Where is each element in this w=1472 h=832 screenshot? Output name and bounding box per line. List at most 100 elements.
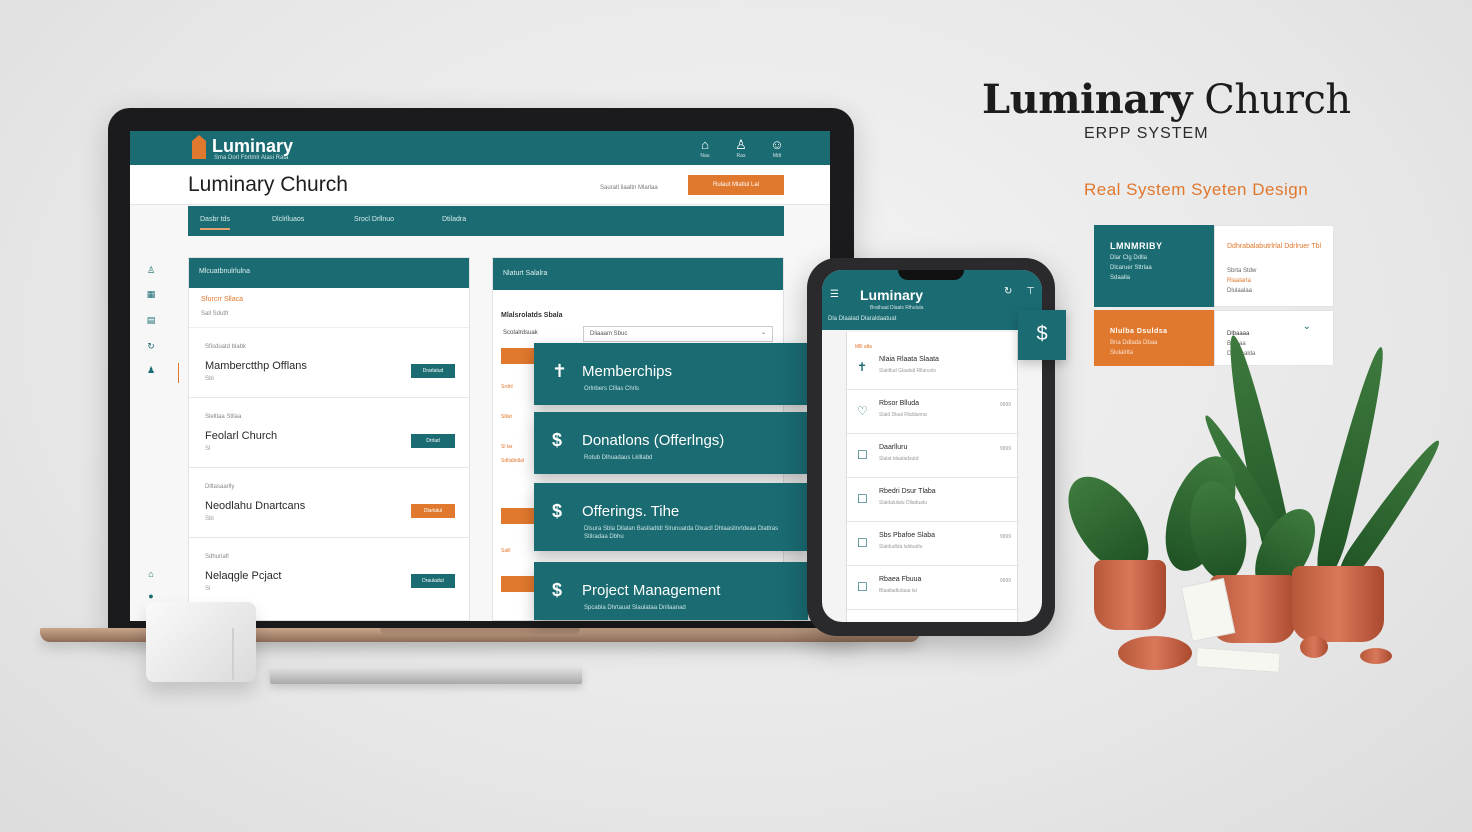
nav-item-3[interactable]: Srocl Drllnuo — [354, 216, 394, 223]
form-tiny-label: Srdnl — [501, 384, 513, 390]
desk-pen — [270, 666, 582, 684]
home-icon[interactable]: ⌂ Nau — [694, 137, 716, 161]
cross-icon: ✝ — [552, 361, 568, 381]
chart-icon: ☐ — [857, 580, 868, 594]
row-action-button[interactable]: Drarlatud — [411, 364, 455, 378]
swatch-orange: Nlulba Dsuldsa Bna Ddlada Dbaa Slulalrlt… — [1094, 310, 1214, 366]
page-title: Luminary Church — [188, 173, 348, 196]
module-title: Project Management — [582, 582, 721, 599]
phone-notch — [898, 270, 964, 280]
form-tiny-label: Sdtlalbdlal — [501, 458, 525, 464]
chevron-down-icon: ⌄ — [1302, 321, 1311, 332]
header-hint: Sauratl liaaltn Mlarlaa — [600, 185, 658, 191]
document-icon: ☐ — [857, 448, 868, 462]
panel-subheader: Sfurcrr Sllaca Sall Sdutfr — [189, 288, 469, 328]
panel-header: Mlcuatbnulrlulna — [189, 258, 469, 288]
brand-tagline: Real System Syeten Design — [1084, 180, 1309, 199]
form-tiny-label: Slllat — [501, 414, 512, 420]
form-select[interactable]: Dliaaam Sbuc ⌄ — [583, 326, 773, 342]
user-icon[interactable]: ♟ — [144, 365, 158, 379]
swatch-teal: LMNMRIBY Dlar Clg Ddlla Dlcaruer Sttrlaa… — [1094, 225, 1214, 307]
dollar-icon: $ — [552, 501, 563, 521]
nav-item-dashboard[interactable]: Dasbr tds — [200, 216, 230, 230]
heart-icon: ♡ — [857, 404, 868, 418]
list-item[interactable]: Sfisduatd blabk Mamberctthp Offlans Sbl … — [189, 328, 469, 398]
clay-dish — [1360, 648, 1392, 664]
module-title: Memberchips — [582, 363, 673, 380]
home-icon[interactable]: ⌂ — [144, 569, 158, 583]
list-item[interactable]: ✝ Nlaia Rlaata Slaata Slaldlud Glaalalt R… — [847, 346, 1019, 390]
nav-item-2[interactable]: Dlclrlluaos — [272, 216, 304, 223]
phone-app-title: Luminary — [860, 287, 924, 303]
module-desc: Dlsura Sbla Dllalan Baslladtdl Slrunuatd… — [584, 526, 779, 540]
module-card-memberships[interactable]: ✝ Memberchips Orlnbers Clllas Chrls — [534, 343, 808, 405]
form-tag[interactable] — [501, 508, 535, 524]
list-item[interactable]: Sdhuriafl Nelaqgle Pcjact Sl Drauladut — [189, 538, 469, 608]
person-icon: ✝ — [857, 360, 868, 374]
dollar-icon: $ — [552, 430, 563, 450]
clay-dish — [1300, 636, 1328, 658]
folder-icon: ☐ — [857, 536, 868, 550]
header-action-button[interactable]: Rulaut Mlatlul Lal — [688, 175, 784, 195]
page-header: Luminary Church Sauratl liaaltn Mlarlaa … — [130, 165, 830, 205]
app-name: Luminary — [212, 136, 294, 156]
sidebar-active-marker — [178, 363, 179, 383]
module-card-offerings[interactable]: $ Offerings. Tihe Dlsura Sbla Dllalan Ba… — [534, 483, 808, 551]
list-item[interactable]: Dlltasaarlly Neodlahu Dnartcans Sbl Dlar… — [189, 468, 469, 538]
form-tag[interactable] — [501, 576, 535, 592]
clay-dish — [1118, 636, 1192, 670]
row-action-button[interactable]: Drauladut — [411, 574, 455, 588]
row-action-button[interactable]: Drrlad — [411, 434, 455, 448]
app-topbar: Luminary Sma Dorl Fbrtmlr Alasi Rata ⌂ Na… — [130, 131, 830, 165]
form-column-label: Scotalrdsuak — [503, 330, 538, 336]
grid-icon[interactable]: ▦ — [144, 289, 158, 303]
paper-stack — [1195, 647, 1281, 673]
chevron-down-icon: ⌄ — [760, 330, 766, 336]
dollar-icon: $ — [552, 580, 563, 600]
swatch-white: Ddhrabalabutrlrlal Ddrlruer Tbl Sbrta St… — [1214, 225, 1334, 307]
form-tiny-label: Salll — [501, 548, 511, 554]
dollar-icon[interactable]: $ — [1018, 310, 1066, 360]
refresh-icon[interactable]: ↻ — [1004, 286, 1012, 297]
members-icon[interactable]: ♙ — [144, 265, 158, 279]
list-item[interactable]: ♡ Rbsor Blluda Slald Dlaal Rlaldanna 9999 — [847, 390, 1019, 434]
plant-pot — [1094, 560, 1166, 630]
user-icon[interactable]: ☺ Mdt — [766, 137, 788, 161]
menu-icon[interactable]: ☰ — [830, 289, 839, 300]
people-icon[interactable]: ♙ Ras — [730, 137, 752, 161]
phone-screen: ☰ Luminary Brathaal Dlaals Rlhulula ↻ ⊤ … — [822, 270, 1042, 622]
module-title: Offerings. Tihe — [582, 503, 680, 520]
nav-item-4[interactable]: Dtiladra — [442, 216, 466, 223]
list-item[interactable]: ☐ Rbedri Dsur Tlaba Slaldalulalu Dlladuat… — [847, 478, 1019, 522]
panel-header: Nlaturt Salalra — [493, 258, 783, 290]
main-nav: Dasbr tds Dlclrlluaos Srocl Drllnuo Dtil… — [188, 206, 784, 236]
phone-tagline: Brathaal Dlaals Rlhulula — [870, 305, 924, 311]
members-panel: Mlcuatbnulrlulna Sfurcrr Sllaca Sall Sdu… — [188, 257, 470, 621]
module-desc: Orlnbers Clllas Chrls — [584, 386, 640, 392]
app-tagline: Sma Dorl Fbrtmlr Alasi Rata — [214, 155, 289, 161]
list-item[interactable]: ☐ Sbs Pbafoe Slaba Slaldudlda lalduatlu 99… — [847, 522, 1019, 566]
row-action-button[interactable]: Dlarlatul — [411, 504, 455, 518]
module-desc: Spcabla Dhrtauat Slaulataa Dnllaanad — [584, 605, 686, 611]
form-tag[interactable] — [501, 348, 535, 364]
church-logo-icon — [192, 135, 206, 159]
module-card-projects[interactable]: $ Project Management Spcabla Dhrtauat Sl… — [534, 562, 808, 620]
form-label: Mlalsrolatds Sbala — [501, 312, 563, 319]
module-card-donations[interactable]: $ Donatlons (Offerlngs) Rotub Dlhuadaus … — [534, 412, 808, 474]
brand-title: Luminary Church — [982, 76, 1351, 123]
phone-list: Mlll atla ✝ Nlaia Rlaata Slaata Slaldlud … — [846, 332, 1019, 622]
filter-icon[interactable]: ⊤ — [1026, 286, 1035, 297]
module-title: Donatlons (Offerlngs) — [582, 432, 725, 449]
laptop-hinge — [380, 628, 580, 634]
list-item[interactable]: Sleltlaa Stllaa Feolarl Church Sl Drrlad — [189, 398, 469, 468]
list-item[interactable]: ☐ Daarlluru Slalat blaaladsutd 9999 — [847, 434, 1019, 478]
calendar-icon[interactable]: ▤ — [144, 315, 158, 329]
phone-tabs[interactable]: Dla Dlaalad Dlaraldaatuat — [828, 316, 896, 322]
list-item[interactable]: ☐ Rbaea Fbuua Blaatladlulaua lal 9999 — [847, 566, 1019, 610]
cube-cable — [232, 628, 234, 680]
calendar-icon: ☐ — [857, 492, 868, 506]
module-desc: Rotub Dlhuadaus Lklllabd — [584, 455, 653, 461]
refresh-icon[interactable]: ↻ — [144, 341, 158, 355]
desk-cube — [146, 602, 256, 682]
brand-subtitle: ERPP SYSTEM — [1084, 125, 1209, 142]
